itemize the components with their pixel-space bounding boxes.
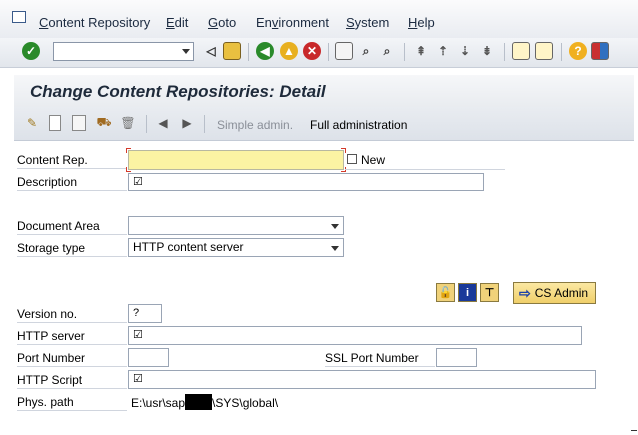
create-session-icon[interactable] — [512, 42, 530, 60]
last-page-icon[interactable]: ⇟ — [478, 42, 496, 60]
first-page-icon[interactable]: ⇞ — [412, 42, 430, 60]
storage-type-select[interactable]: HTTP content server — [128, 238, 344, 257]
delete-icon[interactable]: 🗑 — [120, 115, 136, 131]
shortcut-icon[interactable] — [535, 42, 553, 60]
copy-icon[interactable] — [72, 115, 86, 131]
chevron-down-icon[interactable] — [331, 224, 339, 229]
full-administration-button[interactable]: Full administration — [310, 118, 407, 132]
port-number-input[interactable] — [128, 348, 169, 367]
new-entry-icon[interactable] — [49, 115, 61, 131]
toolbar-separator — [204, 115, 205, 133]
application-toolbar: ✎ ⛟ 🗑 ◀ ▶ Simple admin. Full administrat… — [14, 107, 634, 141]
lock-icon[interactable]: 🔓 — [436, 283, 455, 302]
required-marker — [341, 148, 346, 153]
http-server-label: HTTP server — [17, 328, 127, 345]
layout-menu-icon[interactable] — [591, 42, 609, 60]
menu-goto[interactable]: Goto — [208, 15, 236, 30]
save-icon[interactable] — [223, 42, 241, 60]
http-script-input[interactable]: ☑ — [128, 370, 596, 389]
find-icon[interactable]: ⌕ — [357, 42, 375, 60]
window-menu-icon[interactable] — [12, 11, 26, 23]
cancel-icon[interactable]: ✕ — [303, 42, 321, 60]
standard-toolbar: ✓ ◁ ◀ ▲ ✕ ⌕ ⌕ ⇞ ⇡ ⇣ ⇟ ? — [0, 38, 638, 68]
previous-icon[interactable]: ◀ — [155, 115, 171, 131]
exit-icon[interactable]: ▲ — [280, 42, 298, 60]
simple-admin-button[interactable]: Simple admin. — [217, 118, 293, 132]
test-connection-icon[interactable]: ⊤ — [480, 283, 499, 302]
enter-icon[interactable]: ✓ — [22, 42, 40, 60]
phys-path-suffix: \SYS\global\ — [212, 396, 279, 410]
corner-mark — [631, 430, 637, 431]
menu-system[interactable]: System — [346, 15, 389, 30]
info-icon[interactable]: i — [458, 283, 477, 302]
menu-help[interactable]: Help — [408, 15, 435, 30]
previous-page-icon[interactable]: ⇡ — [434, 42, 452, 60]
print-icon[interactable] — [335, 42, 353, 60]
help-icon[interactable]: ? — [569, 42, 587, 60]
storage-type-label: Storage type — [17, 240, 127, 257]
version-no-label: Version no. — [17, 306, 127, 323]
command-field[interactable] — [53, 42, 194, 61]
new-label: New — [361, 153, 386, 167]
redacted-block — [185, 394, 213, 410]
version-no-input[interactable]: ? — [128, 304, 162, 323]
chevron-down-icon[interactable] — [331, 246, 339, 251]
document-area-label: Document Area — [17, 218, 127, 235]
display-change-icon[interactable]: ✎ — [24, 115, 40, 131]
toolbar-separator — [328, 43, 329, 61]
cs-admin-button[interactable]: ⇨ CS Admin — [513, 282, 596, 304]
ssl-port-number-input[interactable] — [436, 348, 477, 367]
next-icon[interactable]: ▶ — [179, 115, 195, 131]
new-window-icon[interactable] — [347, 154, 357, 164]
menu-content-repository[interactable]: Content Repository — [39, 15, 150, 30]
required-marker — [126, 148, 131, 153]
storage-type-value: HTTP content server — [133, 240, 244, 254]
port-number-label: Port Number — [17, 350, 127, 367]
content-rep-label: Content Rep. — [17, 152, 127, 169]
toolbar-separator — [504, 43, 505, 61]
back-icon[interactable]: ◀ — [256, 42, 274, 60]
menu-bar: Content Repository Edit Goto Environment… — [0, 0, 638, 38]
arrow-right-icon: ⇨ — [519, 284, 531, 301]
find-next-icon[interactable]: ⌕ — [378, 42, 396, 60]
toolbar-separator — [561, 43, 562, 61]
description-label: Description — [17, 174, 127, 191]
http-script-label: HTTP Script — [17, 372, 127, 389]
cs-admin-label: CS Admin — [534, 286, 589, 300]
phys-path-prefix: E:\usr\sap — [131, 396, 186, 410]
title-bar: Change Content Repositories: Detail — [14, 75, 634, 107]
ssl-port-number-label: SSL Port Number — [325, 350, 435, 367]
required-marker — [126, 167, 131, 172]
toolbar-separator — [146, 115, 147, 133]
toolbar-separator — [248, 43, 249, 61]
menu-edit[interactable]: Edit — [166, 15, 188, 30]
http-server-input[interactable]: ☑ — [128, 326, 582, 345]
content-rep-input[interactable] — [128, 150, 344, 170]
command-dropdown-icon[interactable] — [182, 49, 190, 54]
phys-path-label: Phys. path — [17, 394, 127, 411]
back-triangle-icon[interactable]: ◁ — [202, 42, 220, 60]
toolbar-separator — [404, 43, 405, 61]
description-input[interactable]: ☑ — [128, 173, 484, 191]
divider — [345, 169, 505, 170]
phys-path-value: E:\usr\sap \SYS\global\ — [131, 394, 278, 411]
menu-environment[interactable]: Environment — [256, 15, 329, 30]
page-title: Change Content Repositories: Detail — [30, 82, 326, 101]
next-page-icon[interactable]: ⇣ — [456, 42, 474, 60]
document-area-select[interactable] — [128, 216, 344, 235]
transport-icon[interactable]: ⛟ — [96, 115, 112, 131]
